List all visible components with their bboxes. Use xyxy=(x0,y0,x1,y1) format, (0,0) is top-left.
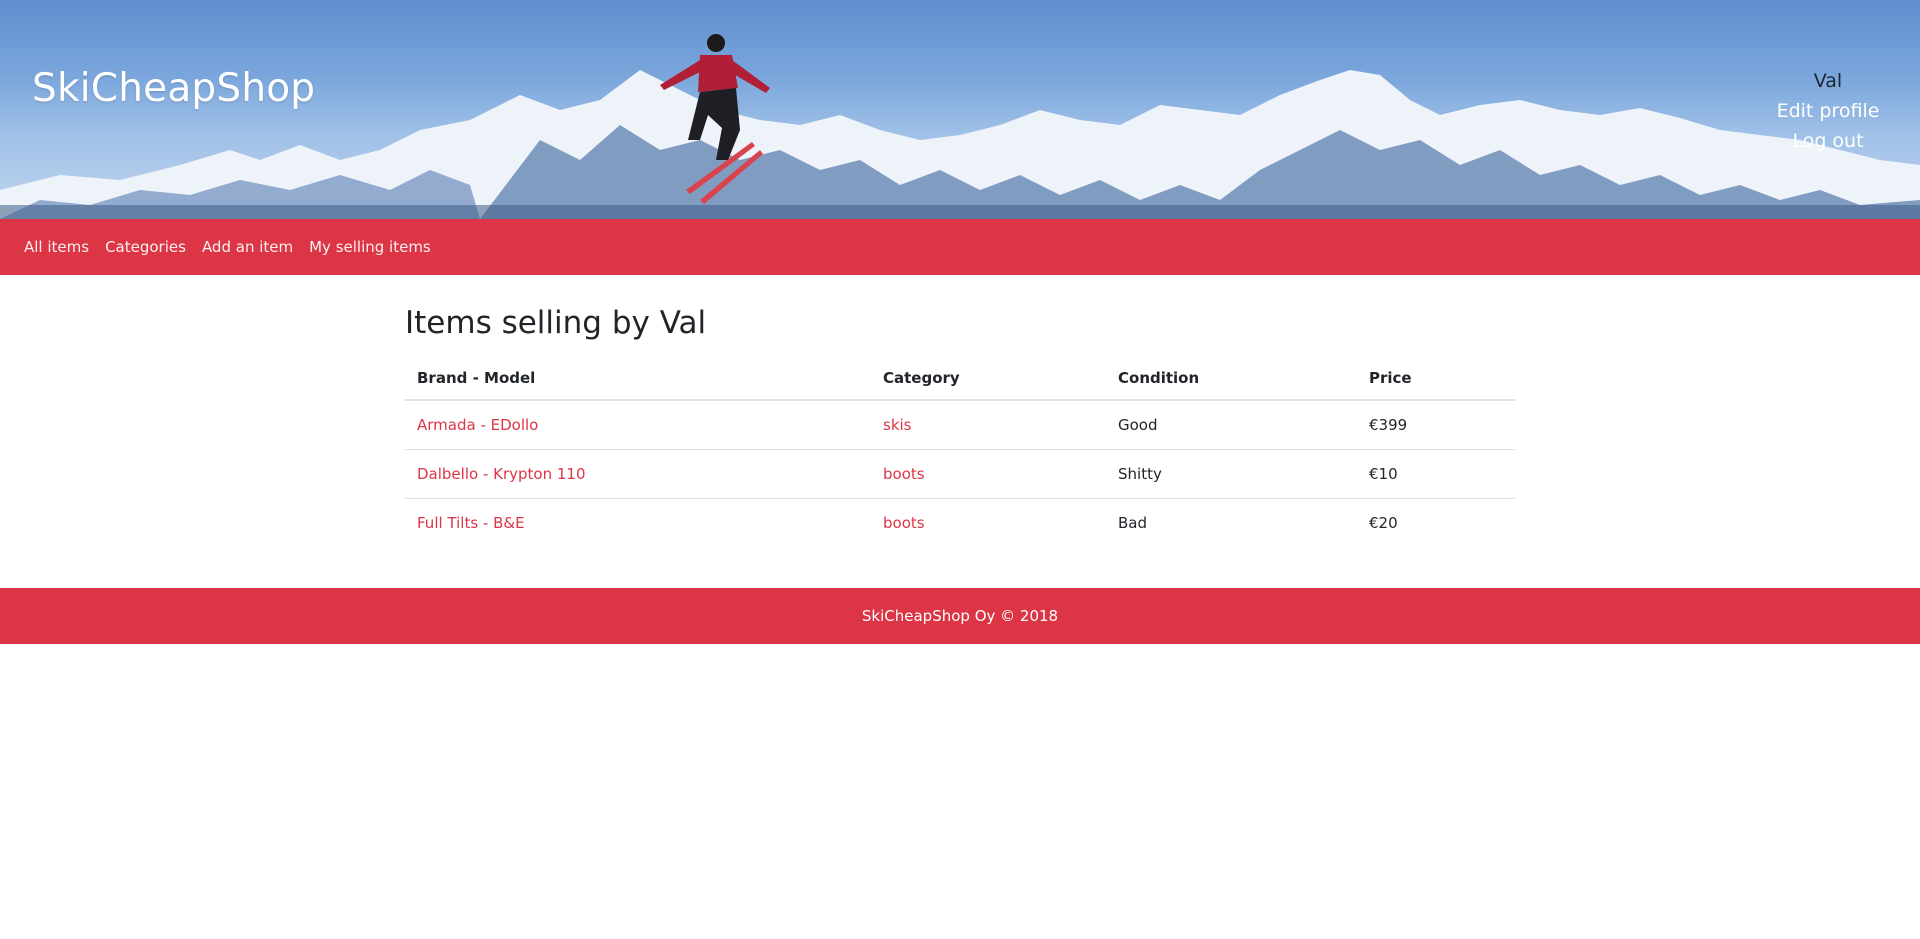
items-table: Brand - Model Category Condition Price A… xyxy=(405,357,1515,547)
item-price: €20 xyxy=(1357,497,1515,547)
item-model-link[interactable]: Dalbello - Krypton 110 xyxy=(417,465,586,483)
column-header-condition: Condition xyxy=(1106,357,1357,401)
brand-logo-link[interactable]: SkiCheapShop xyxy=(32,66,315,111)
cell-model: Armada - EDollo xyxy=(405,400,871,449)
item-condition: Bad xyxy=(1106,497,1357,547)
item-price: €399 xyxy=(1369,415,1408,434)
cell-model: Full Tilts - B&E xyxy=(405,497,871,547)
item-category-link[interactable]: boots xyxy=(883,514,925,532)
nav-item-all-items[interactable]: All items xyxy=(16,238,97,256)
edit-profile-link[interactable]: Edit profile xyxy=(1768,96,1888,126)
table-row: Full Tilts - B&E boots Bad €20 xyxy=(405,497,1515,547)
table-row: Dalbello - Krypton 110 boots Shitty €10 xyxy=(405,448,1515,498)
user-name: Val xyxy=(1813,70,1843,92)
item-condition: Good xyxy=(1118,415,1158,434)
cell-category: boots xyxy=(871,497,1106,547)
nav-item-add-item[interactable]: Add an item xyxy=(194,238,301,256)
item-price: €10 xyxy=(1357,448,1515,498)
user-menu: Val Edit profile Log out xyxy=(1768,66,1888,156)
table-header-row: Brand - Model Category Condition Price xyxy=(405,357,1515,401)
column-header-category: Category xyxy=(871,357,1106,401)
item-category-link[interactable]: skis xyxy=(883,416,911,434)
footer-copyright: SkiCheapShop Oy © 2018 xyxy=(861,607,1059,625)
table-row: Armada - EDollo skis Good €399 xyxy=(405,400,1515,449)
footer: SkiCheapShop Oy © 2018 xyxy=(0,588,1920,644)
cell-category: skis xyxy=(871,400,1106,449)
item-condition: Shitty xyxy=(1106,448,1357,498)
header-banner: SkiCheapShop Val Edit profile Log out xyxy=(0,0,1920,219)
main-nav: All items Categories Add an item My sell… xyxy=(0,219,1920,275)
log-out-link[interactable]: Log out xyxy=(1768,126,1888,156)
cell-model: Dalbello - Krypton 110 xyxy=(405,448,871,498)
cell-category: boots xyxy=(871,448,1106,498)
nav-item-my-selling-items[interactable]: My selling items xyxy=(301,238,439,256)
column-header-price: Price xyxy=(1357,357,1515,401)
page-title: Items selling by Val xyxy=(405,305,707,341)
item-category-link[interactable]: boots xyxy=(883,465,925,483)
item-model-link[interactable]: Full Tilts - B&E xyxy=(417,514,525,532)
nav-item-categories[interactable]: Categories xyxy=(97,238,194,256)
item-model-link[interactable]: Armada - EDollo xyxy=(417,416,538,434)
main-content: Items selling by Val Brand - Model Categ… xyxy=(405,275,1515,588)
column-header-brand-model: Brand - Model xyxy=(405,357,871,401)
